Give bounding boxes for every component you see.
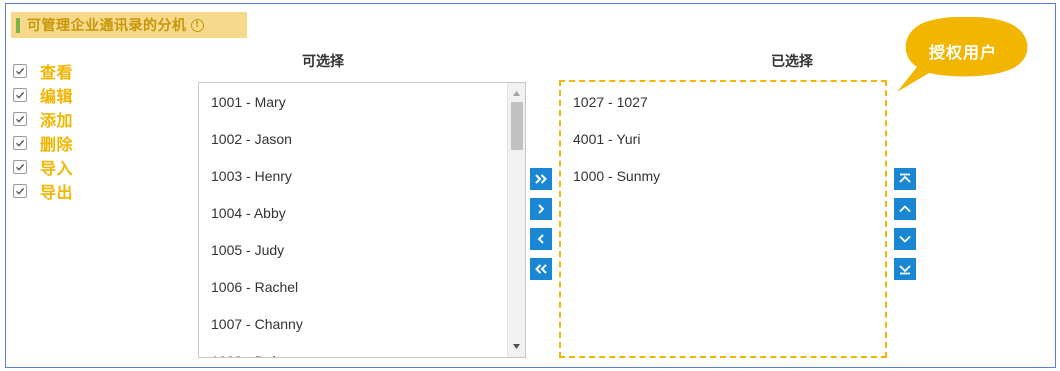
available-list[interactable]: 1001 - Mary 1002 - Jason 1003 - Henry 10…	[198, 82, 526, 358]
available-scrollbar[interactable]	[507, 83, 525, 357]
permission-add: 添加	[13, 107, 73, 131]
available-item[interactable]: 1006 - Rachel	[199, 269, 507, 306]
info-icon[interactable]: !	[190, 18, 204, 32]
move-up-icon	[899, 205, 911, 213]
selected-item[interactable]: 4001 - Yuri	[561, 121, 885, 158]
available-item[interactable]: 1002 - Jason	[199, 121, 507, 158]
add-icon	[538, 204, 545, 214]
selected-item[interactable]: 1000 - Sunmy	[561, 158, 885, 195]
selected-item[interactable]: 1027 - 1027	[561, 84, 885, 121]
scroll-thumb[interactable]	[511, 102, 523, 150]
permission-delete-label: 删除	[40, 135, 74, 154]
permission-edit-label: 编辑	[40, 87, 74, 106]
callout-bubble: 授权用户	[897, 17, 1032, 92]
permission-import: 导入	[13, 155, 73, 179]
move-bottom-button[interactable]	[894, 258, 916, 280]
section-accent-bar	[16, 17, 20, 33]
permission-import-checkbox[interactable]	[13, 160, 27, 174]
scroll-up-arrow-icon[interactable]	[508, 85, 525, 102]
callout-text: 授权用户	[928, 43, 997, 62]
remove-button[interactable]	[530, 228, 552, 250]
section-title: 可管理企业通讯录的分机	[27, 18, 187, 34]
move-bottom-icon	[899, 265, 911, 275]
add-button[interactable]	[530, 198, 552, 220]
available-item[interactable]: 1004 - Abby	[199, 195, 507, 232]
section-header: 可管理企业通讯录的分机 !	[11, 12, 247, 38]
permission-export: 导出	[13, 179, 73, 203]
move-top-icon	[899, 173, 911, 183]
add-all-button[interactable]	[530, 168, 552, 190]
available-item[interactable]: 1008 - Daisy	[199, 343, 507, 357]
move-down-icon	[899, 235, 911, 243]
available-item[interactable]: 1003 - Henry	[199, 158, 507, 195]
add-all-icon	[535, 174, 547, 184]
scroll-down-arrow-icon[interactable]	[508, 338, 525, 355]
permission-import-label: 导入	[40, 159, 74, 178]
available-item[interactable]: 1001 - Mary	[199, 84, 507, 121]
permission-add-checkbox[interactable]	[13, 112, 27, 126]
remove-icon	[537, 234, 544, 244]
selected-list[interactable]: 1027 - 1027 4001 - Yuri 1000 - Sunmy	[559, 80, 887, 358]
selected-header: 已选择	[771, 54, 813, 70]
permission-export-checkbox[interactable]	[13, 184, 27, 198]
permission-view: 查看	[13, 59, 73, 83]
available-item[interactable]: 1005 - Judy	[199, 232, 507, 269]
available-header: 可选择	[302, 54, 344, 70]
available-item[interactable]: 1007 - Channy	[199, 306, 507, 343]
permission-edit: 编辑	[13, 83, 73, 107]
permission-delete-checkbox[interactable]	[13, 136, 27, 150]
move-down-button[interactable]	[894, 228, 916, 250]
remove-all-icon	[535, 264, 547, 274]
permission-delete: 删除	[13, 131, 73, 155]
move-up-button[interactable]	[894, 198, 916, 220]
permission-add-label: 添加	[40, 111, 74, 130]
move-top-button[interactable]	[894, 168, 916, 190]
permission-view-label: 查看	[40, 63, 74, 82]
permission-view-checkbox[interactable]	[13, 64, 27, 78]
remove-all-button[interactable]	[530, 258, 552, 280]
permission-list: 查看 编辑 添加 删除 导入 导出	[13, 59, 73, 203]
permission-export-label: 导出	[40, 183, 74, 202]
permission-edit-checkbox[interactable]	[13, 88, 27, 102]
